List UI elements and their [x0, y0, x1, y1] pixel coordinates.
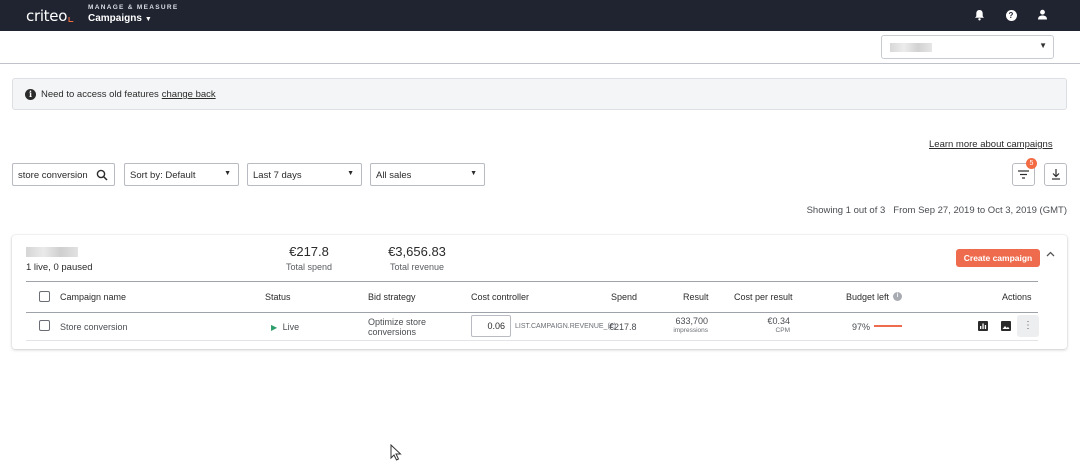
result-cell: 633,700 impressions — [673, 316, 708, 335]
sort-dropdown[interactable]: Sort by: Default ▼ — [124, 163, 239, 186]
caret-down-icon: ▼ — [470, 170, 477, 177]
results-summary: Showing 1 out of 3 From Sep 27, 2019 to O… — [807, 205, 1067, 216]
bid-strategy-cell: Optimize store conversions — [368, 317, 427, 337]
header-divider — [26, 281, 1038, 282]
total-revenue: €3,656.83 Total revenue — [388, 244, 446, 272]
row-divider — [26, 340, 1038, 341]
col-campaign-name[interactable]: Campaign name — [60, 292, 126, 302]
chevron-up-icon[interactable] — [1046, 249, 1055, 259]
budget-left-value: 97% — [852, 322, 871, 332]
bell-icon[interactable] — [972, 9, 986, 23]
info-icon[interactable]: i — [893, 292, 902, 301]
download-icon — [1052, 169, 1060, 180]
section-label: MANAGE & MEASURE — [88, 4, 179, 11]
col-budget-left[interactable]: Budget left — [846, 292, 889, 302]
user-icon[interactable] — [1035, 9, 1049, 23]
status-cell: ▶ Live — [271, 322, 300, 332]
top-navigation-bar: criteo⌞ MANAGE & MEASURE Campaigns ▼ ? — [0, 0, 1080, 31]
row-checkbox[interactable] — [39, 320, 50, 331]
help-icon[interactable]: ? — [1004, 9, 1018, 23]
date-range-dropdown[interactable]: Last 7 days ▼ — [247, 163, 362, 186]
info-banner: i Need to access old features change back — [12, 78, 1067, 110]
campaign-name-link[interactable]: Store conversion — [60, 322, 128, 332]
advertiser-campaign-card: 1 live, 0 paused €217.8 Total spend €3,6… — [12, 235, 1067, 349]
banner-message: Need to access old features change back — [41, 89, 216, 100]
filter-count-badge: 5 — [1026, 158, 1037, 169]
more-options-icon[interactable]: ⋮ — [1017, 315, 1039, 337]
select-all-checkbox[interactable] — [39, 291, 50, 302]
search-icon[interactable] — [96, 168, 108, 186]
advertiser-select[interactable]: ▼ — [881, 35, 1054, 59]
info-icon: i — [25, 89, 36, 100]
product-switcher[interactable]: MANAGE & MEASURE Campaigns ▼ — [88, 4, 179, 24]
budget-progress-bar — [874, 325, 902, 327]
play-icon: ▶ — [271, 323, 278, 332]
criteo-logo[interactable]: criteo⌞ — [26, 7, 74, 25]
row-divider — [26, 312, 1038, 313]
download-button[interactable] — [1044, 163, 1067, 186]
caret-down-icon: ▼ — [347, 170, 354, 177]
section-title[interactable]: Campaigns ▼ — [88, 13, 179, 24]
results-count: Showing 1 out of 3 — [806, 205, 886, 216]
spend-cell: €217.8 — [609, 322, 637, 332]
change-back-link[interactable]: change back — [162, 89, 216, 100]
caret-down-icon: ▼ — [224, 170, 231, 177]
search-input[interactable]: store conversion — [12, 163, 115, 186]
mouse-cursor-icon — [390, 443, 402, 466]
sub-header: ▼ — [0, 31, 1080, 64]
sales-dropdown[interactable]: All sales ▼ — [370, 163, 485, 186]
search-value: store conversion — [18, 170, 88, 181]
learn-more-link[interactable]: Learn more about campaigns — [929, 139, 1053, 150]
cost-controller-label: LIST.CAMPAIGN.REVENUE_(€) — [515, 323, 617, 330]
cost-controller-input[interactable]: 0.06 — [471, 315, 511, 337]
filter-button[interactable]: 5 — [1012, 158, 1037, 186]
col-cost-per-result[interactable]: Cost per result — [734, 292, 793, 302]
col-status[interactable]: Status — [265, 292, 291, 302]
status-summary: 1 live, 0 paused — [26, 262, 93, 273]
col-bid-strategy[interactable]: Bid strategy — [368, 292, 416, 302]
col-result[interactable]: Result — [683, 292, 709, 302]
col-cost-controller[interactable]: Cost controller — [471, 292, 529, 302]
advertiser-name-blurred — [890, 43, 932, 52]
advertiser-name-blurred — [26, 247, 78, 257]
date-range-text: From Sep 27, 2019 to Oct 3, 2019 (GMT) — [893, 205, 1067, 216]
create-campaign-button[interactable]: Create campaign — [956, 249, 1040, 267]
bar-chart-icon[interactable] — [975, 318, 991, 334]
caret-down-icon: ▼ — [144, 16, 152, 23]
image-icon[interactable] — [998, 318, 1014, 334]
caret-down-icon: ▼ — [1039, 41, 1047, 50]
cost-per-result-cell: €0.34 CPM — [767, 316, 790, 335]
col-actions: Actions — [1002, 292, 1032, 302]
total-spend: €217.8 Total spend — [285, 244, 333, 272]
filter-icon — [1018, 170, 1029, 179]
col-spend[interactable]: Spend — [611, 292, 637, 302]
